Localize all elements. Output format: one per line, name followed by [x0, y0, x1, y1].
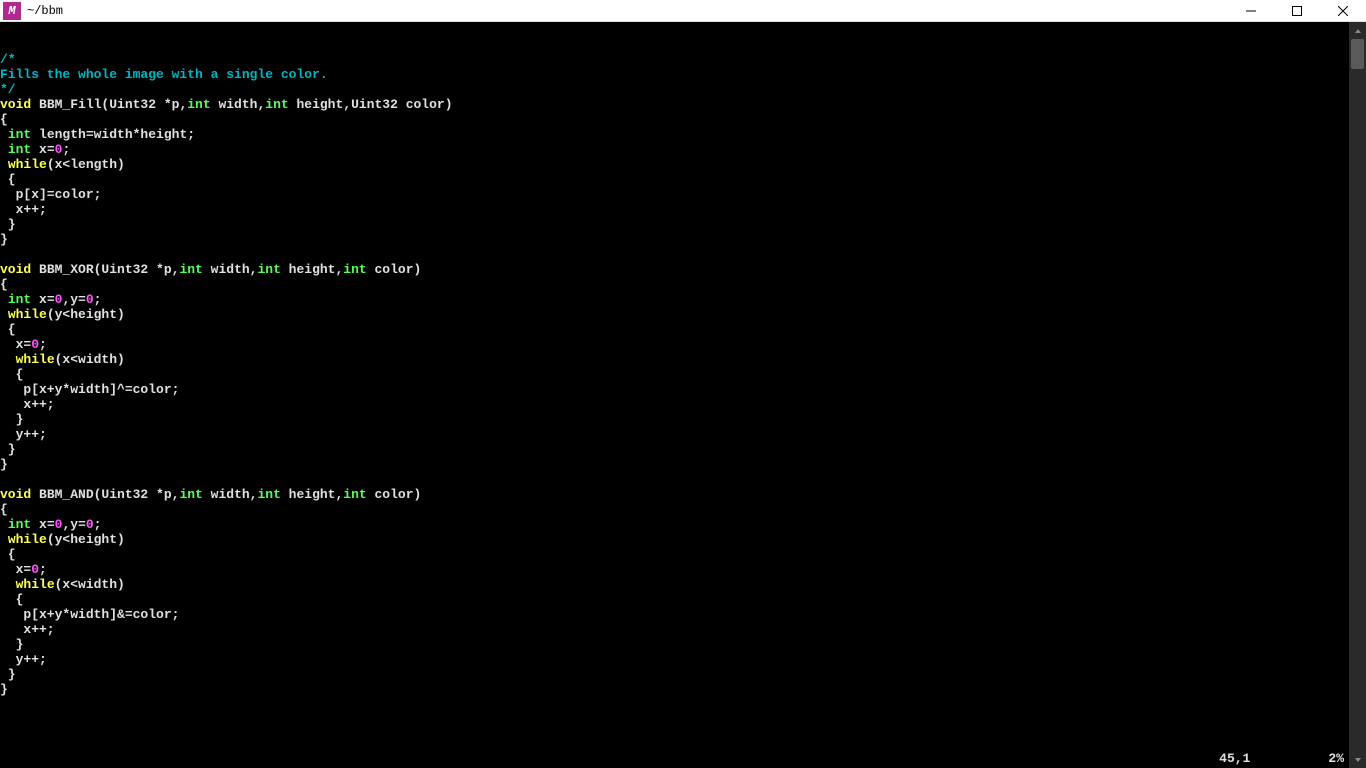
maximize-button[interactable]	[1274, 0, 1320, 22]
code-line: /*	[0, 52, 1348, 67]
maximize-icon	[1292, 6, 1302, 16]
close-icon	[1338, 6, 1348, 16]
code-line: int x=0,y=0;	[0, 517, 1348, 532]
code-line: void BBM_Fill(Uint32 *p,int width,int he…	[0, 97, 1348, 112]
code-line: x=0;	[0, 337, 1348, 352]
code-line: while(x<length)	[0, 157, 1348, 172]
code-line: y++;	[0, 427, 1348, 442]
window-title: ~/bbm	[27, 4, 63, 18]
code-line	[0, 472, 1348, 487]
code-line: }	[0, 667, 1348, 682]
scrollbar-thumb[interactable]	[1351, 39, 1364, 69]
code-line: }	[0, 637, 1348, 652]
code-line: x++;	[0, 397, 1348, 412]
code-line: y++;	[0, 652, 1348, 667]
editor-area[interactable]: /*Fills the whole image with a single co…	[0, 22, 1366, 768]
minimize-icon	[1246, 6, 1256, 16]
app-icon-letter: M	[8, 4, 15, 18]
code-line: {	[0, 547, 1348, 562]
vertical-scrollbar[interactable]	[1349, 22, 1366, 768]
code-line: }	[0, 682, 1348, 697]
code-line: }	[0, 457, 1348, 472]
scroll-percent: 2%	[1328, 751, 1344, 766]
status-line: 45,1 2%	[1219, 751, 1344, 766]
code-line: {	[0, 322, 1348, 337]
code-content: /*Fills the whole image with a single co…	[0, 52, 1348, 697]
code-line: */	[0, 82, 1348, 97]
code-line: int length=width*height;	[0, 127, 1348, 142]
code-line: while(y<height)	[0, 307, 1348, 322]
cursor-position: 45,1	[1219, 751, 1250, 766]
code-line: x=0;	[0, 562, 1348, 577]
scrollbar-down-arrow-icon[interactable]	[1349, 751, 1366, 768]
code-line: {	[0, 277, 1348, 292]
code-line: }	[0, 217, 1348, 232]
app-icon: M	[3, 2, 21, 20]
code-line: {	[0, 367, 1348, 382]
code-line: while(y<height)	[0, 532, 1348, 547]
code-line: x++;	[0, 622, 1348, 637]
code-line: {	[0, 172, 1348, 187]
code-line: while(x<width)	[0, 352, 1348, 367]
code-line: int x=0;	[0, 142, 1348, 157]
code-line: {	[0, 502, 1348, 517]
scrollbar-up-arrow-icon[interactable]	[1349, 22, 1366, 39]
close-button[interactable]	[1320, 0, 1366, 22]
code-line	[0, 247, 1348, 262]
code-line: Fills the whole image with a single colo…	[0, 67, 1348, 82]
code-line: p[x+y*width]&=color;	[0, 607, 1348, 622]
code-line: }	[0, 442, 1348, 457]
code-line: void BBM_XOR(Uint32 *p,int width,int hei…	[0, 262, 1348, 277]
code-line: }	[0, 232, 1348, 247]
code-line: x++;	[0, 202, 1348, 217]
minimize-button[interactable]	[1228, 0, 1274, 22]
code-line: {	[0, 112, 1348, 127]
titlebar[interactable]: M ~/bbm	[0, 0, 1366, 22]
code-line: }	[0, 412, 1348, 427]
code-line: {	[0, 592, 1348, 607]
code-line: int x=0,y=0;	[0, 292, 1348, 307]
code-line: p[x+y*width]^=color;	[0, 382, 1348, 397]
code-line: while(x<width)	[0, 577, 1348, 592]
code-line: void BBM_AND(Uint32 *p,int width,int hei…	[0, 487, 1348, 502]
code-line: p[x]=color;	[0, 187, 1348, 202]
